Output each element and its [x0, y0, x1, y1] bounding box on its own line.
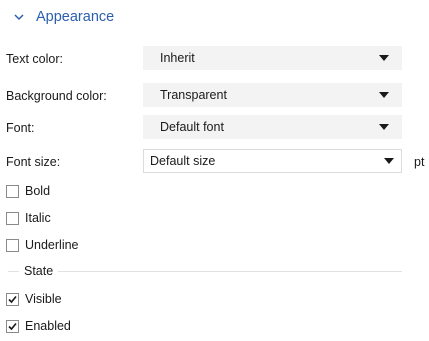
- appearance-section-header[interactable]: Appearance: [12, 6, 114, 28]
- text-color-dropdown[interactable]: Inherit: [143, 46, 402, 70]
- checkbox-box[interactable]: [6, 319, 19, 333]
- section-title: Appearance: [36, 9, 115, 25]
- font-size-dropdown-button[interactable]: [376, 150, 401, 172]
- underline-label: Underline: [25, 238, 79, 252]
- checkmark-icon: [8, 322, 17, 330]
- checkmark-icon: [8, 295, 17, 303]
- underline-checkbox[interactable]: Underline: [6, 238, 79, 252]
- dropdown-arrow-icon: [379, 124, 389, 130]
- dropdown-arrow-icon: [384, 158, 394, 164]
- dropdown-arrow-icon: [379, 92, 389, 98]
- bold-label: Bold: [25, 184, 51, 198]
- checkbox-box[interactable]: [6, 292, 19, 306]
- font-value: Default font: [160, 120, 224, 134]
- state-group-title: State: [19, 263, 59, 279]
- font-size-combobox[interactable]: Default size: [143, 149, 402, 173]
- font-size-label: Font size:: [6, 155, 61, 169]
- text-color-value: Inherit: [160, 51, 195, 65]
- text-color-label: Text color:: [6, 52, 63, 66]
- background-color-value: Transparent: [160, 88, 227, 102]
- font-label: Font:: [6, 121, 35, 135]
- visible-label: Visible: [25, 292, 62, 306]
- dropdown-arrow-icon: [379, 55, 389, 61]
- state-divider: [8, 271, 402, 272]
- font-size-unit: pt: [414, 155, 425, 169]
- background-color-label: Background color:: [6, 89, 107, 103]
- italic-checkbox[interactable]: Italic: [6, 211, 51, 225]
- font-size-value[interactable]: Default size: [144, 154, 376, 168]
- visible-checkbox[interactable]: Visible: [6, 292, 62, 306]
- italic-label: Italic: [25, 211, 51, 225]
- font-dropdown[interactable]: Default font: [143, 115, 402, 139]
- bold-checkbox[interactable]: Bold: [6, 184, 50, 198]
- enabled-label: Enabled: [25, 319, 71, 333]
- checkbox-box[interactable]: [6, 238, 19, 252]
- checkbox-box[interactable]: [6, 211, 19, 225]
- chevron-down-icon[interactable]: [12, 10, 26, 24]
- checkbox-box[interactable]: [6, 184, 19, 198]
- enabled-checkbox[interactable]: Enabled: [6, 319, 71, 333]
- background-color-dropdown[interactable]: Transparent: [143, 83, 402, 107]
